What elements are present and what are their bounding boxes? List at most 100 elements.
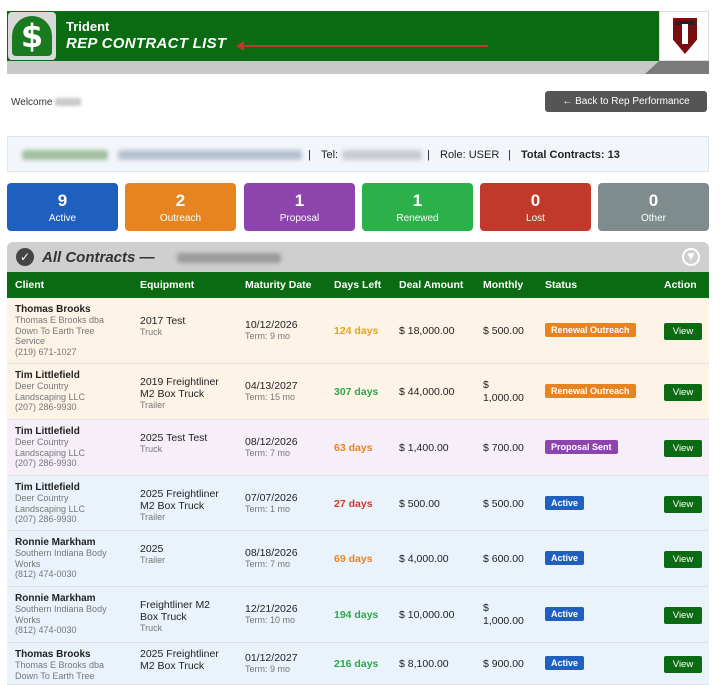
- maturity-date: 04/13/2027: [245, 380, 298, 392]
- redacted-rep-name: [177, 253, 281, 263]
- monthly-amount: $ 900.00: [483, 658, 524, 670]
- column-header[interactable]: Deal Amount: [399, 279, 463, 291]
- client-cell: Tim Littlefield Deer Country Landscaping L…: [15, 426, 85, 469]
- stat-label: Active: [48, 213, 77, 224]
- monthly-cell: $ 700.00: [483, 442, 524, 455]
- monthly-amount: $ 500.00: [483, 325, 524, 337]
- client-phone: (207) 286-9930: [15, 514, 77, 524]
- stat-count: 2: [175, 191, 186, 210]
- column-header[interactable]: Action: [664, 279, 697, 291]
- stat-count: 1: [294, 191, 305, 210]
- redacted-rep-name: [22, 150, 108, 160]
- brand-name: Trident: [66, 19, 110, 34]
- maturity-date: 08/12/2026: [245, 436, 298, 448]
- view-button[interactable]: View: [664, 440, 702, 457]
- maturity-cell: 04/13/2027 Term: 15 mo: [245, 380, 298, 403]
- column-header[interactable]: Status: [545, 279, 577, 291]
- column-header[interactable]: Client: [15, 279, 44, 291]
- monthly-amount: 1,000.00: [483, 615, 524, 627]
- client-phone: (207) 286-9930: [15, 402, 77, 412]
- equipment-cell: Freightliner M2 Box Truck Truck: [140, 599, 210, 634]
- client-cell: Ronnie Markham Southern Indiana Body Works…: [15, 593, 107, 636]
- term: Term: 7 mo: [245, 559, 291, 569]
- deal-amount: $ 500.00: [399, 498, 440, 510]
- client-company: Works: [15, 614, 41, 625]
- column-header[interactable]: Monthly: [483, 279, 523, 291]
- dollar-logo-icon: $: [8, 12, 56, 60]
- equipment-cell: 2017 Test Truck: [140, 315, 185, 338]
- deal-amount: $ 44,000.00: [399, 386, 455, 398]
- stat-card-lost[interactable]: 0 Lost: [480, 183, 591, 231]
- equipment-name: Freightliner M2: [140, 599, 211, 611]
- welcome-text: Welcome: [11, 97, 81, 108]
- client-company: Landscaping LLC: [15, 503, 86, 514]
- term: Term: 10 mo: [245, 615, 296, 625]
- client-company: Down To Earth Tree: [15, 670, 95, 681]
- equipment-name: Box Truck: [140, 611, 187, 623]
- monthly-amount: $ 700.00: [483, 442, 524, 454]
- view-button[interactable]: View: [664, 656, 702, 673]
- term: Term: 9 mo: [245, 331, 291, 341]
- monthly-amount: $ 600.00: [483, 553, 524, 565]
- view-button[interactable]: View: [664, 496, 702, 513]
- client-company: Thomas E Brooks dba: [15, 315, 105, 325]
- client-phone: (207) 286-9930: [15, 458, 77, 468]
- stat-card-renewed[interactable]: 1 Renewed: [362, 183, 473, 231]
- section-title: All Contracts —: [42, 249, 155, 266]
- client-cell: Tim Littlefield Deer Country Landscaping L…: [15, 370, 85, 413]
- chevron-down-icon[interactable]: ▼: [682, 248, 700, 266]
- stat-card-other[interactable]: 0 Other: [598, 183, 709, 231]
- status-badge: Active: [545, 551, 585, 565]
- client-cell: Ronnie Markham Southern Indiana Body Works…: [15, 537, 107, 580]
- view-button[interactable]: View: [664, 323, 702, 340]
- stat-card-proposal[interactable]: 1 Proposal: [244, 183, 355, 231]
- monthly-cell: $1,000.00: [483, 602, 524, 628]
- days-left: 307 days: [334, 386, 379, 398]
- client-cell: Tim Littlefield Deer Country Landscaping L…: [15, 482, 85, 525]
- client-phone: (812) 474-0030: [15, 569, 77, 579]
- total-contracts: Total Contracts: 13: [521, 149, 620, 161]
- equipment-name: M2 Box Truck: [140, 660, 205, 672]
- equipment-cell: 2025 Freightliner M2 Box Truck Trailer: [140, 488, 219, 523]
- maturity-cell: 08/18/2026 Term: 7 mo: [245, 547, 298, 570]
- term: Term: 9 mo: [245, 664, 291, 674]
- term: Term: 7 mo: [245, 448, 291, 458]
- client-company: Deer Country: [15, 493, 69, 503]
- view-button[interactable]: View: [664, 607, 702, 624]
- equipment-type: Trailer: [140, 512, 166, 522]
- stat-count: 9: [57, 191, 68, 210]
- table-row: Tim Littlefield Deer Country Landscaping L…: [7, 420, 709, 476]
- equipment-name: 2025: [140, 543, 164, 555]
- maturity-cell: 08/12/2026 Term: 7 mo: [245, 436, 298, 459]
- equipment-type: Trailer: [140, 400, 166, 410]
- days-left: 69 days: [334, 553, 373, 565]
- days-left: 216 days: [334, 658, 379, 670]
- client-company: Southern Indiana Body: [15, 548, 107, 558]
- monthly-cell: $ 500.00: [483, 325, 524, 338]
- equipment-cell: 2025 Trailer: [140, 543, 165, 566]
- equipment-name: M2 Box Truck: [140, 388, 205, 400]
- table-row: Thomas Brooks Thomas E Brooks dba Down To …: [7, 643, 709, 685]
- maturity-date: 07/07/2026: [245, 492, 298, 504]
- equipment-type: Trailer: [140, 555, 166, 565]
- arrow-line: [240, 45, 488, 47]
- client-name: Tim Littlefield: [15, 482, 80, 493]
- column-header[interactable]: Equipment: [140, 279, 194, 291]
- status-badge: Proposal Sent: [545, 440, 618, 454]
- stat-card-active[interactable]: 9 Active: [7, 183, 118, 231]
- monthly-cell: $ 600.00: [483, 553, 524, 566]
- back-to-rep-performance-button[interactable]: ← Back to Rep Performance: [545, 91, 707, 112]
- client-name: Tim Littlefield: [15, 370, 80, 381]
- view-button[interactable]: View: [664, 384, 702, 401]
- view-button[interactable]: View: [664, 551, 702, 568]
- table-header: Client Equipment Maturity Date Days Left…: [7, 272, 709, 298]
- maturity-cell: 10/12/2026 Term: 9 mo: [245, 319, 298, 342]
- stat-label: Outreach: [159, 213, 202, 224]
- equipment-name: 2019 Freightliner: [140, 376, 219, 388]
- table-row: Thomas Brooks Thomas E Brooks dba Down To …: [7, 298, 709, 364]
- stat-card-outreach[interactable]: 2 Outreach: [125, 183, 236, 231]
- equipment-name: M2 Box Truck: [140, 500, 205, 512]
- column-header[interactable]: Days Left: [334, 279, 381, 291]
- column-header[interactable]: Maturity Date: [245, 279, 312, 291]
- client-company: Landscaping LLC: [15, 391, 86, 402]
